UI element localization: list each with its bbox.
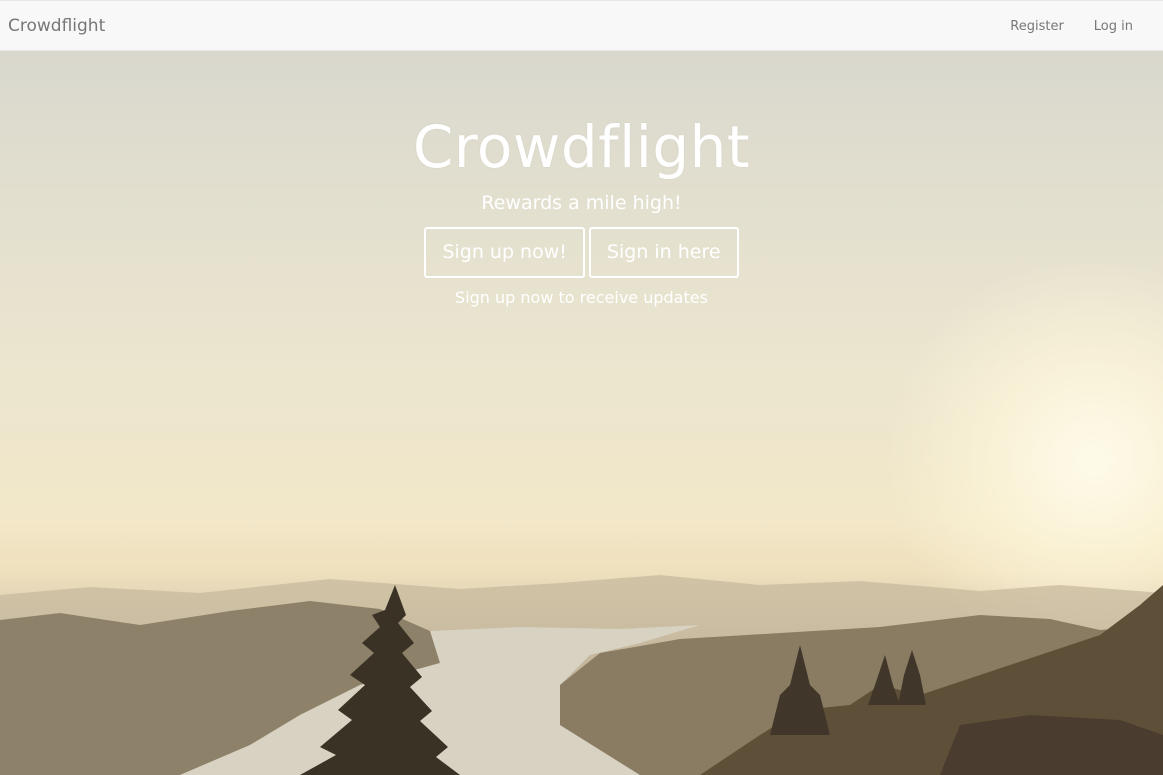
top-navbar: Crowdflight Register Log in <box>0 0 1163 51</box>
sign-up-button[interactable]: Sign up now! <box>424 227 585 278</box>
hero-content: Crowdflight Rewards a mile high! Sign up… <box>0 51 1163 309</box>
brand-link[interactable]: Crowdflight <box>8 16 105 36</box>
foreground-rock <box>940 715 1163 775</box>
hero-title: Crowdflight <box>412 113 751 181</box>
login-link[interactable]: Log in <box>1094 18 1133 36</box>
hero-tagline: Rewards a mile high! <box>481 192 682 214</box>
nav-links: Register Log in <box>1010 18 1133 36</box>
hero-buttons: Sign up now! Sign in here <box>0 227 1163 278</box>
register-link[interactable]: Register <box>1010 18 1064 36</box>
landscape-background-image <box>0 575 1163 775</box>
sign-in-button[interactable]: Sign in here <box>588 227 739 278</box>
hero-section: Crowdflight Rewards a mile high! Sign up… <box>0 51 1163 775</box>
hero-note: Sign up now to receive updates <box>455 288 708 307</box>
